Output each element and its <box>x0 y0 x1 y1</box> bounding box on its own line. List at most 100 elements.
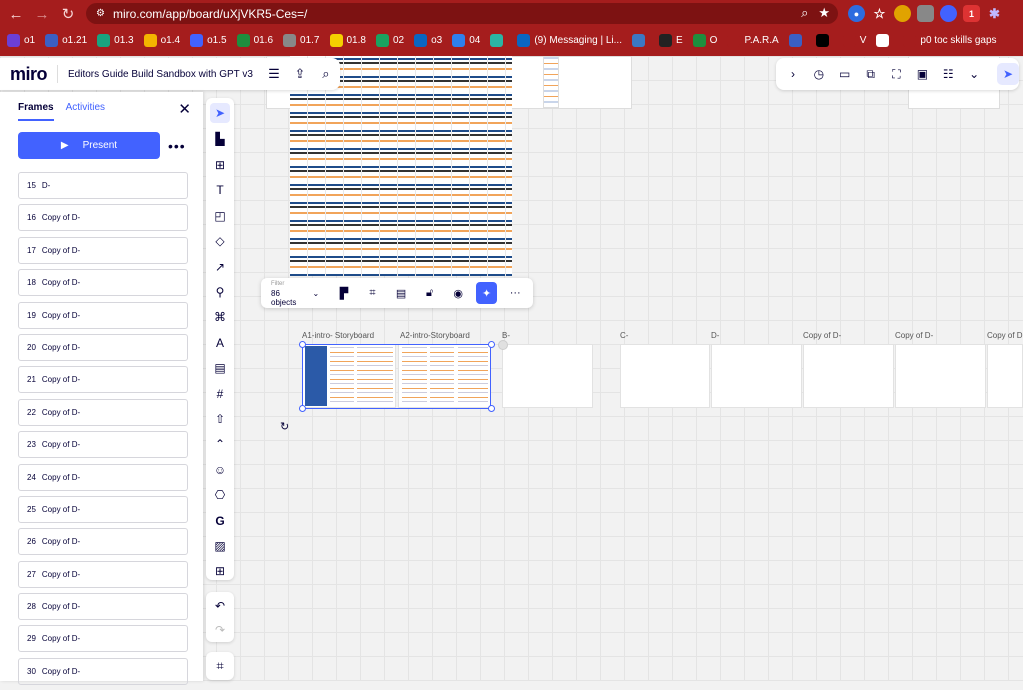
bookmark-item[interactable]: 01.3 <box>97 34 134 47</box>
frame-label[interactable]: C- <box>620 331 628 340</box>
screen-share-icon[interactable]: ⧉ <box>860 63 882 85</box>
extension-icon[interactable]: 1 <box>963 5 980 22</box>
focus-icon[interactable]: ⛶ <box>886 63 908 85</box>
frame-list-item[interactable]: 23 Copy of D- <box>18 431 188 459</box>
chevron-right-icon[interactable]: › <box>782 63 804 85</box>
more-options-icon[interactable]: ··· <box>504 282 526 304</box>
frame-list-item[interactable]: 22 Copy of D- <box>18 398 188 426</box>
frame-label[interactable]: A1-intro- Storyboard <box>302 331 374 340</box>
add-frame-icon[interactable] <box>498 340 508 350</box>
resize-handle[interactable] <box>488 341 495 348</box>
tab-activities[interactable]: Activities <box>66 102 105 121</box>
redo-icon[interactable]: ↷ <box>210 620 230 640</box>
frame-list-item[interactable]: 15 D- <box>18 172 188 199</box>
frame-tool-icon[interactable]: # <box>210 384 230 404</box>
bookmark-item[interactable]: o1 <box>7 34 35 47</box>
rotate-icon[interactable]: ↻ <box>280 420 289 433</box>
frames-toggle-icon[interactable]: ⌗ <box>206 652 234 680</box>
canvas-frame[interactable] <box>502 344 593 408</box>
bookmark-item[interactable]: V <box>842 34 866 47</box>
bookmark-item[interactable]: o1.5 <box>190 34 227 47</box>
undo-icon[interactable]: ↶ <box>210 596 230 616</box>
bookmark-item[interactable] <box>815 34 833 47</box>
frame-list-item[interactable]: 28 Copy of D- <box>18 593 188 621</box>
canvas-frame[interactable] <box>711 344 802 408</box>
extension-icon[interactable] <box>917 5 934 22</box>
frame-list-item[interactable]: 24 Copy of D- <box>18 463 188 491</box>
bookmark-item[interactable]: 04 <box>452 34 480 47</box>
settings-extension-icon[interactable]: ✱ <box>986 5 1003 22</box>
frame-label[interactable]: D- <box>711 331 719 340</box>
search-icon[interactable]: ⌕ <box>315 63 337 85</box>
zoom-icon[interactable]: ⌕ <box>801 5 808 21</box>
crop-icon[interactable]: ⌗ <box>362 282 384 304</box>
frame-list-item[interactable]: 20 Copy of D- <box>18 333 188 361</box>
video-icon[interactable]: ▭ <box>834 63 856 85</box>
select-tool-icon[interactable]: ➤ <box>210 103 230 123</box>
canvas-frame[interactable] <box>803 344 894 408</box>
pen-tool-icon[interactable]: A <box>210 333 230 353</box>
bookmark-star-icon[interactable]: ★ <box>818 5 830 21</box>
bookmark-item[interactable]: E <box>658 34 683 47</box>
visibility-icon[interactable]: ◉ <box>447 282 469 304</box>
frame-label[interactable]: Copy of D- <box>803 331 841 340</box>
voting-icon[interactable]: ▣ <box>911 63 933 85</box>
frame-list-item[interactable]: 18 Copy of D- <box>18 269 188 297</box>
bookmark-item[interactable]: p0 toc skills gaps <box>903 34 997 47</box>
filter-control[interactable]: Filter 86 objects ⌄ <box>271 280 319 307</box>
slide-thumbnail-strip[interactable] <box>543 56 559 108</box>
frame-list-item[interactable]: 21 Copy of D- <box>18 366 188 394</box>
text-tool-icon[interactable]: T <box>210 180 230 200</box>
reload-icon[interactable]: ↻ <box>57 3 79 25</box>
bookmark-item[interactable]: o3 <box>414 34 442 47</box>
image-icon[interactable]: ▨ <box>210 536 230 556</box>
add-more-icon[interactable]: ⊞ <box>210 561 230 581</box>
lock-icon[interactable]: 🔓︎ <box>419 282 441 304</box>
layout-icon[interactable]: ⊞ <box>210 155 230 175</box>
present-button[interactable]: ▶ Present <box>18 132 160 159</box>
frame-list-item[interactable]: 29 Copy of D- <box>18 625 188 653</box>
frame-list-item[interactable]: 27 Copy of D- <box>18 560 188 588</box>
frame-list-item[interactable]: 16 Copy of D- <box>18 204 188 232</box>
bookmark-item[interactable] <box>876 34 893 47</box>
back-icon[interactable]: ← <box>5 3 27 25</box>
bookmark-item[interactable] <box>788 34 806 47</box>
bookmark-item[interactable]: o1.21 <box>45 34 87 47</box>
frame-list-item[interactable]: 19 Copy of D- <box>18 301 188 329</box>
frame-list-item[interactable]: 17 Copy of D- <box>18 236 188 264</box>
timer-icon[interactable]: ◷ <box>808 63 830 85</box>
selection-box[interactable] <box>302 344 491 409</box>
frame-list-item[interactable]: 26 Copy of D- <box>18 528 188 556</box>
emoji-icon[interactable]: ☺ <box>210 460 230 480</box>
miro-logo[interactable]: miro <box>10 64 48 85</box>
resize-handle[interactable] <box>299 341 306 348</box>
star-extension-icon[interactable]: ☆ <box>871 5 888 22</box>
google-icon[interactable]: G <box>210 511 230 531</box>
bookmark-item[interactable]: O <box>692 34 717 47</box>
cursor-select-icon[interactable]: ➤ <box>997 63 1020 85</box>
site-settings-icon[interactable]: ⚙ <box>96 8 105 19</box>
comment-icon[interactable]: ▤ <box>210 358 230 378</box>
frame-label[interactable]: Copy of D <box>987 331 1023 340</box>
export-icon[interactable]: ⇪ <box>289 63 311 85</box>
bookmark-item[interactable]: o1.4 <box>143 34 180 47</box>
forward-icon[interactable]: → <box>31 3 53 25</box>
mindmap-icon[interactable]: ⌘ <box>210 307 230 327</box>
bookmark-item[interactable]: 01.8 <box>329 34 366 47</box>
resize-handle[interactable] <box>299 405 306 412</box>
templates-icon[interactable]: ▙ <box>210 129 230 149</box>
notes-icon[interactable]: ☷ <box>937 63 959 85</box>
close-icon[interactable]: ✕ <box>178 100 191 118</box>
sticky-note-icon[interactable]: ◰ <box>210 206 230 226</box>
align-icon[interactable]: ▛ <box>333 282 355 304</box>
more-options-icon[interactable]: ••• <box>168 138 186 154</box>
bookmark-item[interactable] <box>631 34 649 47</box>
chevron-double-down-icon[interactable]: ⌄ <box>963 63 985 85</box>
bookmark-item[interactable]: P.A.R.A <box>727 34 779 47</box>
frame-list-item[interactable]: 25 Copy of D- <box>18 495 188 523</box>
menu-icon[interactable]: ☰ <box>263 63 285 85</box>
extension-icon[interactable] <box>940 5 957 22</box>
diagram-icon[interactable]: ⚲ <box>210 282 230 302</box>
ai-assist-icon[interactable]: ✦ <box>475 282 498 304</box>
clickup-icon[interactable]: ⌃ <box>210 434 230 454</box>
